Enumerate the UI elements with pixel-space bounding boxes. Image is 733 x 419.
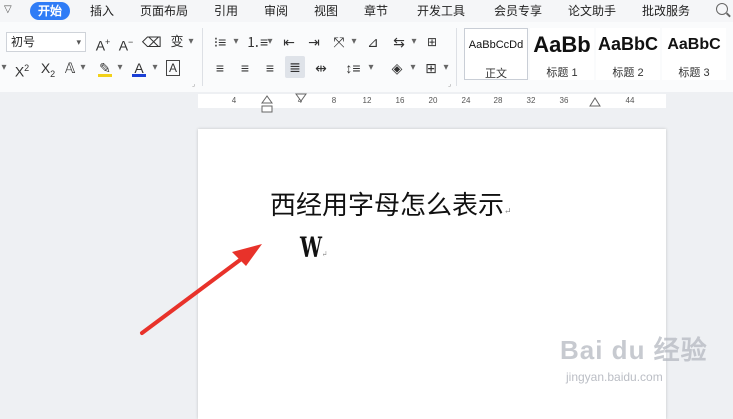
style-heading-3[interactable]: AaBbC 标题 3: [662, 28, 726, 80]
left-indent-marker[interactable]: [260, 94, 274, 116]
ruler-tick: 36: [559, 96, 569, 105]
ruler-tick: 44: [625, 96, 635, 105]
chevron-down-icon[interactable]: ▾: [266, 32, 274, 52]
font-size-select[interactable]: 初号 ▾: [6, 32, 86, 52]
dialog-launcher-icon[interactable]: ⌟: [448, 80, 451, 88]
document-line-1[interactable]: 西经用字母怎么表示↵: [270, 185, 512, 222]
chevron-down-icon[interactable]: ▾: [151, 58, 159, 78]
chevron-down-icon[interactable]: ▾: [410, 32, 418, 52]
align-left-icon[interactable]: ≡: [212, 58, 228, 78]
style-gallery: AaBbCcDd 正文 AaBb 标题 1 AaBbC 标题 2 AaBbC 标…: [462, 28, 733, 84]
chevron-down-icon[interactable]: ▾: [0, 58, 8, 78]
search-icon[interactable]: [716, 3, 728, 15]
font-size-value: 初号: [11, 35, 36, 49]
document-line-2[interactable]: W↵: [300, 231, 327, 264]
style-name: 正文: [485, 68, 507, 80]
style-name: 标题 1: [546, 67, 578, 79]
subscript-icon[interactable]: X2: [38, 58, 58, 79]
ribbon: 初号 ▾ A+ A− ⌫ 变 ▾ ▾ X2 X2 𝔸 ▾ ✎ ▾ A ▾ A ⁝…: [0, 22, 733, 93]
chevron-down-icon[interactable]: ▾: [367, 58, 375, 78]
paragraph-mark: ↵: [504, 207, 512, 217]
show-marks-icon[interactable]: ⊞: [422, 32, 442, 52]
shading-icon[interactable]: ◈: [388, 58, 406, 78]
style-preview: AaBbC: [597, 34, 658, 54]
tab-member[interactable]: 会员专享: [494, 0, 542, 22]
ribbon-divider: [456, 28, 457, 86]
style-preview: AaBbCcDd: [468, 39, 524, 51]
ruler: 4 4 8 12 16 20 24 28 32 36 44: [0, 92, 733, 116]
char-border-icon[interactable]: A: [165, 58, 181, 78]
text-direction-icon[interactable]: ⊿: [364, 32, 382, 52]
ruler-tick: 8: [331, 96, 337, 105]
dialog-launcher-icon[interactable]: ⌟: [192, 80, 195, 88]
tab-start[interactable]: 开始: [30, 2, 71, 20]
font-color-bar: [132, 74, 146, 77]
tab-developer[interactable]: 开发工具: [417, 0, 465, 22]
font-color-icon[interactable]: A: [130, 58, 148, 78]
ruler-tick: 4: [231, 96, 237, 105]
baidu-watermark: Bai du 经验 jingyan.baidu.com: [560, 330, 730, 390]
tab-review[interactable]: 审阅: [264, 0, 288, 22]
style-heading-2[interactable]: AaBbC 标题 2: [596, 28, 660, 80]
ruler-tick: 12: [362, 96, 372, 105]
decrease-indent-icon[interactable]: ⇤: [280, 32, 298, 52]
justify-icon[interactable]: ≣: [285, 56, 305, 78]
shrink-font-icon[interactable]: A−: [117, 32, 135, 54]
chevron-down-icon[interactable]: ▾: [442, 58, 450, 78]
chevron-down-icon[interactable]: ▾: [116, 58, 124, 78]
style-preview: AaBb: [533, 32, 591, 57]
ribbon-divider: [202, 28, 203, 86]
chevron-down-icon[interactable]: ▾: [350, 32, 358, 52]
align-right-icon[interactable]: ≡: [262, 58, 278, 78]
watermark-url: jingyan.baidu.com: [566, 370, 663, 384]
style-preview: AaBbC: [667, 36, 721, 53]
style-name: 标题 2: [612, 67, 644, 79]
line-spacing-icon[interactable]: ↕≡: [344, 58, 362, 78]
bullet-list-icon[interactable]: ⁝≡: [212, 32, 228, 52]
text-effect-icon[interactable]: 𝔸: [62, 58, 78, 78]
align-center-icon[interactable]: ≡: [237, 58, 253, 78]
chevron-down-icon[interactable]: ▾: [409, 58, 417, 78]
tab-correction[interactable]: 批改服务: [642, 0, 690, 22]
borders-icon[interactable]: ⊞: [422, 58, 440, 78]
paragraph-mark: ↵: [322, 250, 328, 260]
ruler-tick: 32: [526, 96, 536, 105]
right-indent-marker[interactable]: [588, 96, 602, 110]
tab-paper-assistant[interactable]: 论文助手: [568, 0, 616, 22]
style-heading-1[interactable]: AaBb 标题 1: [530, 28, 594, 80]
distribute-icon[interactable]: ⇹: [312, 58, 330, 78]
chevron-down-icon[interactable]: ▾: [232, 32, 240, 52]
ruler-tick: 16: [395, 96, 405, 105]
sort-icon[interactable]: ⇆: [390, 32, 408, 52]
ruler-tick: 28: [493, 96, 503, 105]
chevron-down-icon[interactable]: ▾: [79, 58, 87, 78]
style-name: 标题 3: [678, 67, 710, 79]
chevron-down-icon: ▾: [76, 37, 81, 47]
tab-references[interactable]: 引用: [214, 0, 238, 22]
grow-font-icon[interactable]: A+: [94, 32, 112, 54]
menu-bar: ▽ 开始 插入 页面布局 引用 审阅 视图 章节 开发工具 会员专享 论文助手 …: [0, 0, 733, 22]
superscript-icon[interactable]: X2: [12, 58, 32, 80]
highlight-color-bar: [98, 74, 112, 77]
document-text: 西经用字母怎么表示: [270, 191, 505, 221]
pinyin-guide-icon[interactable]: 变: [168, 32, 186, 52]
menu-dropdown-icon[interactable]: ▽: [4, 4, 14, 16]
ruler-tick: 20: [428, 96, 438, 105]
numbered-list-icon[interactable]: ⒈≡: [246, 32, 268, 52]
document-text: W: [300, 231, 323, 264]
tab-chapter[interactable]: 章节: [364, 0, 388, 22]
tab-insert[interactable]: 插入: [90, 0, 114, 22]
highlight-icon[interactable]: ✎: [96, 58, 114, 78]
tab-page-layout[interactable]: 页面布局: [140, 0, 188, 22]
chinese-layout-icon[interactable]: ⤧: [330, 32, 348, 52]
watermark-logo: Bai du 经验: [560, 335, 708, 365]
chevron-down-icon[interactable]: ▾: [187, 32, 195, 52]
style-normal[interactable]: AaBbCcDd 正文: [464, 28, 528, 80]
increase-indent-icon[interactable]: ⇥: [305, 32, 323, 52]
ruler-tick: 24: [461, 96, 471, 105]
first-line-indent-marker[interactable]: [294, 92, 308, 104]
tab-view[interactable]: 视图: [314, 0, 338, 22]
clear-format-icon[interactable]: ⌫: [142, 32, 162, 52]
